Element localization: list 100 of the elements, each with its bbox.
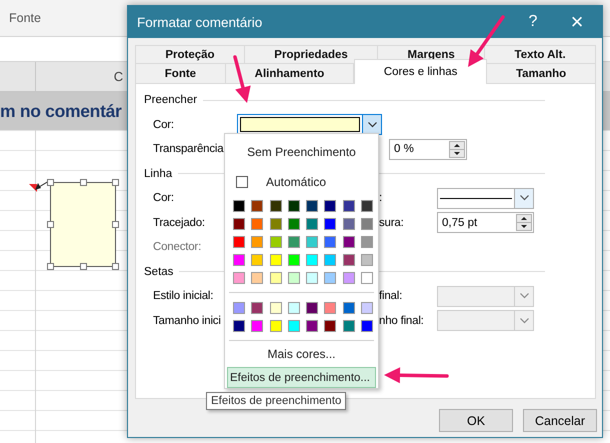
color-swatch[interactable]: [361, 218, 374, 230]
menu-item[interactable]: Sem Preenchimento: [227, 134, 376, 170]
ribbon-group-label: Fonte: [9, 11, 41, 25]
color-swatch[interactable]: [233, 218, 245, 230]
spin-field[interactable]: 0,75 pt: [437, 212, 534, 234]
color-swatch[interactable]: [361, 302, 374, 314]
color-swatch[interactable]: [288, 200, 300, 212]
color-swatch[interactable]: [361, 320, 374, 332]
color-swatch[interactable]: [361, 254, 374, 266]
line-style-dropdown[interactable]: [437, 188, 534, 209]
color-swatch[interactable]: [324, 272, 336, 284]
color-swatch[interactable]: [306, 200, 318, 212]
spin-field[interactable]: 0 %: [389, 138, 467, 160]
color-swatch[interactable]: [306, 272, 318, 284]
menu-item[interactable]: Mais cores...: [227, 342, 376, 366]
color-swatch[interactable]: [342, 272, 355, 284]
color-swatch[interactable]: [270, 272, 282, 284]
tab[interactable]: Tamanho: [487, 63, 596, 83]
section-heading: Setas: [144, 266, 174, 278]
color-swatch[interactable]: [288, 218, 300, 230]
spinner-control[interactable]: [449, 140, 465, 158]
dialog-button[interactable]: Cancelar: [523, 409, 597, 432]
spinner-control[interactable]: [516, 214, 532, 232]
color-swatch[interactable]: [324, 320, 336, 332]
color-swatch[interactable]: [233, 236, 245, 248]
color-swatch[interactable]: [361, 236, 374, 248]
color-swatch[interactable]: [233, 254, 245, 266]
field-label: nho final:: [379, 314, 425, 327]
dropdown-button[interactable]: [362, 115, 381, 134]
dropdown-button[interactable]: [514, 188, 533, 208]
arrow: [233, 55, 251, 103]
color-swatch[interactable]: [306, 302, 318, 314]
field-label: Tracejado:: [153, 216, 206, 229]
arrow: [468, 15, 505, 67]
menu-item[interactable]: Automático: [266, 175, 326, 189]
checkbox[interactable]: [236, 176, 248, 188]
tab[interactable]: Fonte: [135, 63, 226, 83]
color-swatch[interactable]: [270, 254, 282, 266]
color-swatch[interactable]: [306, 236, 318, 248]
window-title: Formatar comentário: [137, 14, 264, 30]
color-swatch[interactable]: [251, 218, 264, 230]
color-swatch[interactable]: [342, 236, 355, 248]
field-label: sura:: [379, 216, 405, 229]
color-swatch[interactable]: [342, 218, 355, 230]
color-swatch[interactable]: [361, 272, 374, 284]
color-swatch[interactable]: [342, 200, 355, 212]
color-swatch[interactable]: [270, 320, 282, 332]
color-swatch[interactable]: [342, 320, 355, 332]
color-swatch[interactable]: [288, 236, 300, 248]
help-button[interactable]: ?: [511, 6, 555, 38]
color-swatch[interactable]: [251, 200, 264, 212]
color-swatch[interactable]: [342, 254, 355, 266]
color-swatch[interactable]: [233, 200, 245, 212]
section-heading: Preencher: [144, 94, 198, 106]
color-swatch[interactable]: [288, 272, 300, 284]
tab[interactable]: Propriedades: [244, 45, 378, 63]
menu-item[interactable]: Efeitos de preenchimento...: [227, 367, 376, 388]
color-swatch[interactable]: [324, 254, 336, 266]
color-swatch[interactable]: [324, 236, 336, 248]
field-label: Cor:: [153, 192, 175, 204]
tooltip: Efeitos de preenchimento: [206, 392, 346, 410]
color-swatch[interactable]: [288, 254, 300, 266]
color-swatch[interactable]: [233, 302, 245, 314]
tab[interactable]: Alinhamento: [226, 63, 354, 83]
color-swatch[interactable]: [306, 320, 318, 332]
tab[interactable]: Texto Alt.: [485, 45, 596, 63]
color-swatch[interactable]: [288, 320, 300, 332]
color-swatch[interactable]: [251, 236, 264, 248]
color-swatch[interactable]: [306, 218, 318, 230]
tab[interactable]: Proteção: [135, 45, 245, 63]
chevron-down-icon: [368, 122, 376, 128]
field-label: :: [379, 192, 383, 204]
color-swatch[interactable]: [270, 302, 282, 314]
field-label: Transparência:: [153, 143, 228, 156]
close-button[interactable]: ×: [555, 6, 599, 38]
color-swatch[interactable]: [361, 200, 374, 212]
color-swatch[interactable]: [306, 254, 318, 266]
field-label: Estilo inicial:: [153, 290, 214, 302]
color-swatch[interactable]: [324, 200, 336, 212]
dialog-button[interactable]: OK: [439, 409, 513, 432]
color-swatch[interactable]: [251, 254, 264, 266]
comment-box[interactable]: [47, 179, 119, 270]
color-swatch[interactable]: [288, 302, 300, 314]
color-swatch[interactable]: [251, 302, 264, 314]
section-heading: Linha: [144, 168, 172, 180]
color-swatch[interactable]: [324, 218, 336, 230]
color-swatch[interactable]: [233, 320, 245, 332]
field-label: Cor:: [153, 118, 175, 131]
color-swatch[interactable]: [270, 218, 282, 230]
color-swatch[interactable]: [324, 302, 336, 314]
color-swatch[interactable]: [270, 236, 282, 248]
chevron-down-icon: [520, 318, 528, 324]
color-swatch[interactable]: [233, 272, 245, 284]
color-swatch[interactable]: [251, 320, 264, 332]
tab[interactable]: Cores e linhas: [354, 59, 488, 84]
color-dropdown[interactable]: [237, 114, 382, 136]
color-swatch[interactable]: [342, 302, 355, 314]
color-swatch[interactable]: [270, 200, 282, 212]
chevron-down-icon: [520, 293, 528, 300]
color-swatch[interactable]: [251, 272, 264, 284]
